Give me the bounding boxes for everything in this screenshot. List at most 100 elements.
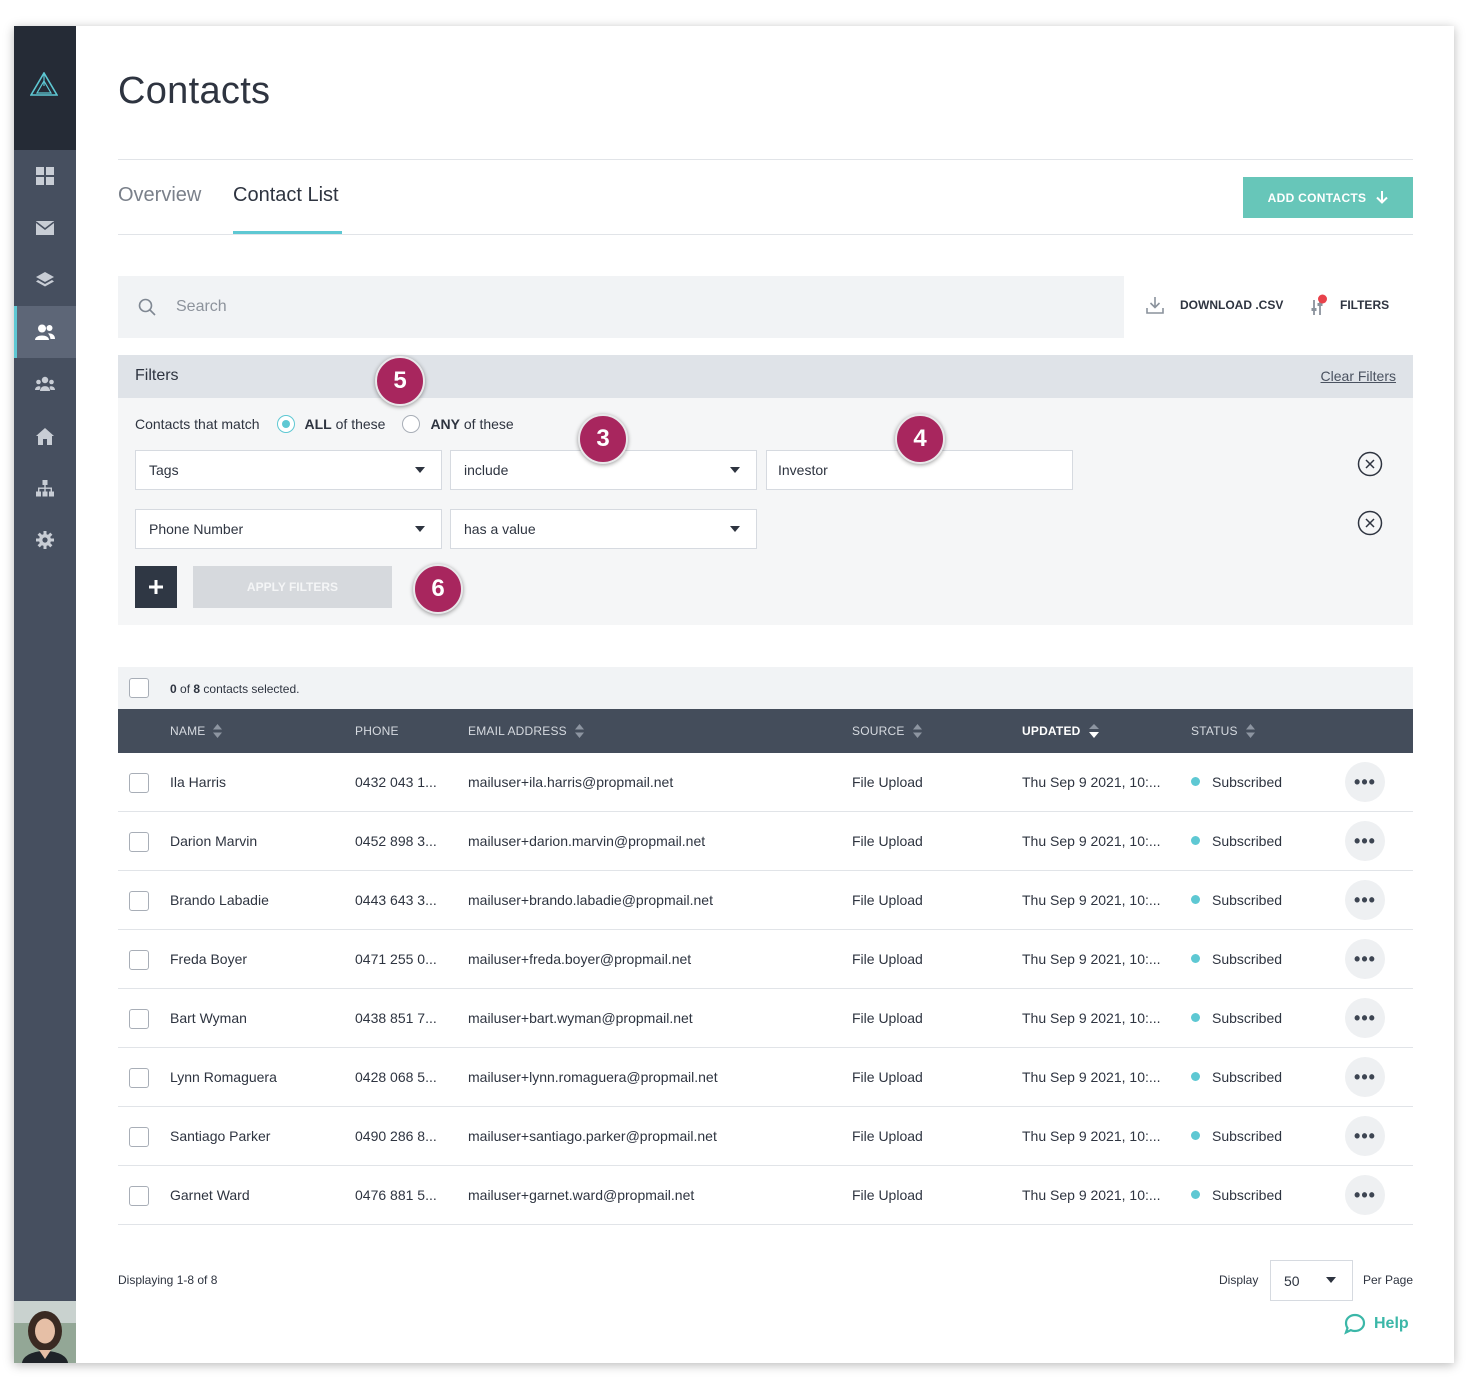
row-more-actions-button[interactable]: ••• (1345, 1116, 1385, 1156)
column-phone-label: PHONE (355, 724, 399, 738)
row-checkbox[interactable] (129, 891, 149, 911)
row-more-actions-button[interactable]: ••• (1345, 880, 1385, 920)
cell-name[interactable]: Darion Marvin (170, 833, 257, 849)
sitemap-icon (36, 479, 54, 496)
column-source-label: SOURCE (852, 724, 905, 738)
radio-all[interactable] (276, 415, 295, 433)
table-row[interactable]: Freda Boyer 0471 255 0... mailuser+freda.b… (118, 930, 1413, 989)
table-row[interactable]: Bart Wyman 0438 851 7... mailuser+bart.wym… (118, 989, 1413, 1048)
nav-campaigns[interactable] (14, 202, 76, 254)
row-more-actions-button[interactable]: ••• (1345, 821, 1385, 861)
cell-source: File Upload (852, 1128, 923, 1144)
title-divider (118, 159, 1413, 160)
cell-name[interactable]: Lynn Romaguera (170, 1069, 277, 1085)
search-input[interactable] (176, 298, 1076, 316)
cell-name[interactable]: Garnet Ward (170, 1187, 250, 1203)
table-row[interactable]: Brando Labadie 0443 643 3... mailuser+bran… (118, 871, 1413, 930)
logo[interactable] (14, 26, 76, 150)
filter-2-field-select[interactable]: Phone Number (135, 509, 442, 549)
cell-phone: 0476 881 5... (355, 1187, 437, 1203)
search-icon (138, 298, 156, 316)
nav-templates[interactable] (14, 254, 76, 306)
nav-groups[interactable] (14, 358, 76, 410)
row-checkbox[interactable] (129, 1009, 149, 1029)
filter-2-operator-select[interactable]: has a value (450, 509, 757, 549)
cell-email: mailuser+bart.wyman@propmail.net (468, 1010, 693, 1026)
row-checkbox[interactable] (129, 1068, 149, 1088)
radio-any-label[interactable]: ANY of these (430, 416, 513, 432)
apply-filters-button[interactable]: APPLY FILTERS (193, 566, 392, 608)
tab-contact-list[interactable]: Contact List (233, 184, 339, 207)
help-label: Help (1374, 1315, 1409, 1332)
status-label: Subscribed (1212, 774, 1283, 790)
row-more-actions-button[interactable]: ••• (1345, 998, 1385, 1038)
caret-down-icon (730, 526, 740, 532)
column-header-name[interactable]: NAME (170, 724, 223, 738)
annotation-badge-6: 6 (413, 564, 463, 614)
add-filter-button[interactable] (135, 566, 177, 608)
cell-source: File Upload (852, 892, 923, 908)
column-status-label: STATUS (1191, 724, 1238, 738)
column-header-source[interactable]: SOURCE (852, 724, 922, 738)
row-checkbox[interactable] (129, 950, 149, 970)
nav-properties[interactable] (14, 410, 76, 462)
nav-contacts[interactable] (14, 306, 76, 358)
cell-source: File Upload (852, 774, 923, 790)
cell-name[interactable]: Bart Wyman (170, 1010, 247, 1026)
row-checkbox[interactable] (129, 1186, 149, 1206)
avatar[interactable] (14, 1301, 76, 1363)
filter-1-field-select[interactable]: Tags (135, 450, 442, 490)
cell-email: mailuser+lynn.romaguera@propmail.net (468, 1069, 718, 1085)
help-button[interactable]: Help (1344, 1313, 1409, 1335)
table-row[interactable]: Santiago Parker 0490 286 8... mailuser+san… (118, 1107, 1413, 1166)
select-all-checkbox[interactable] (129, 678, 149, 698)
radio-all-label[interactable]: ALL of these (305, 416, 386, 432)
row-checkbox[interactable] (129, 1127, 149, 1147)
cell-status: Subscribed (1191, 1128, 1282, 1144)
cell-phone: 0490 286 8... (355, 1128, 437, 1144)
remove-filter-2-icon[interactable] (1357, 510, 1383, 536)
row-checkbox[interactable] (129, 773, 149, 793)
nav-settings[interactable] (14, 514, 76, 566)
column-header-email[interactable]: EMAIL ADDRESS (468, 724, 584, 738)
download-csv-button[interactable]: DOWNLOAD .CSV (1146, 296, 1283, 314)
row-more-actions-button[interactable]: ••• (1345, 762, 1385, 802)
remove-filter-1-icon[interactable] (1357, 451, 1383, 477)
add-contacts-button[interactable]: ADD CONTACTS (1243, 177, 1413, 218)
cell-email: mailuser+garnet.ward@propmail.net (468, 1187, 695, 1203)
row-checkbox[interactable] (129, 832, 149, 852)
radio-any[interactable] (402, 415, 421, 433)
per-page-select[interactable]: 50 (1270, 1260, 1353, 1301)
sort-icon (1245, 724, 1255, 738)
pagination-summary: Displaying 1-8 of 8 (118, 1273, 218, 1287)
column-header-updated[interactable]: UPDATED (1022, 724, 1099, 738)
cell-name[interactable]: Freda Boyer (170, 951, 247, 967)
selection-count: 0 of 8 contacts selected. (170, 682, 299, 696)
cell-phone: 0443 643 3... (355, 892, 437, 908)
status-label: Subscribed (1212, 951, 1283, 967)
table-row[interactable]: Darion Marvin 0452 898 3... mailuser+dario… (118, 812, 1413, 871)
cell-name[interactable]: Santiago Parker (170, 1128, 270, 1144)
table-row[interactable]: Lynn Romaguera 0428 068 5... mailuser+lynn… (118, 1048, 1413, 1107)
row-more-actions-button[interactable]: ••• (1345, 1175, 1385, 1215)
cell-name[interactable]: Ila Harris (170, 774, 226, 790)
settings-icon (36, 531, 54, 549)
table-row[interactable]: Garnet Ward 0476 881 5... mailuser+garnet.… (118, 1166, 1413, 1225)
column-header-phone[interactable]: PHONE (355, 724, 399, 738)
nav-dashboard[interactable] (14, 150, 76, 202)
filters-toggle-button[interactable]: FILTERS (1310, 294, 1389, 316)
status-label: Subscribed (1212, 1187, 1283, 1203)
sort-icon (574, 724, 584, 738)
chat-bubble-icon (1344, 1313, 1366, 1335)
cell-name[interactable]: Brando Labadie (170, 892, 269, 908)
dashboard-icon (36, 167, 54, 185)
clear-filters-link[interactable]: Clear Filters (1321, 368, 1396, 384)
any-keyword: ANY (430, 416, 460, 432)
filter-1-operator-value: include (464, 462, 509, 478)
row-more-actions-button[interactable]: ••• (1345, 1057, 1385, 1097)
nav-organisation[interactable] (14, 462, 76, 514)
tab-overview[interactable]: Overview (118, 184, 201, 207)
column-header-status[interactable]: STATUS (1191, 724, 1255, 738)
table-row[interactable]: Ila Harris 0432 043 1... mailuser+ila.harr… (118, 753, 1413, 812)
row-more-actions-button[interactable]: ••• (1345, 939, 1385, 979)
